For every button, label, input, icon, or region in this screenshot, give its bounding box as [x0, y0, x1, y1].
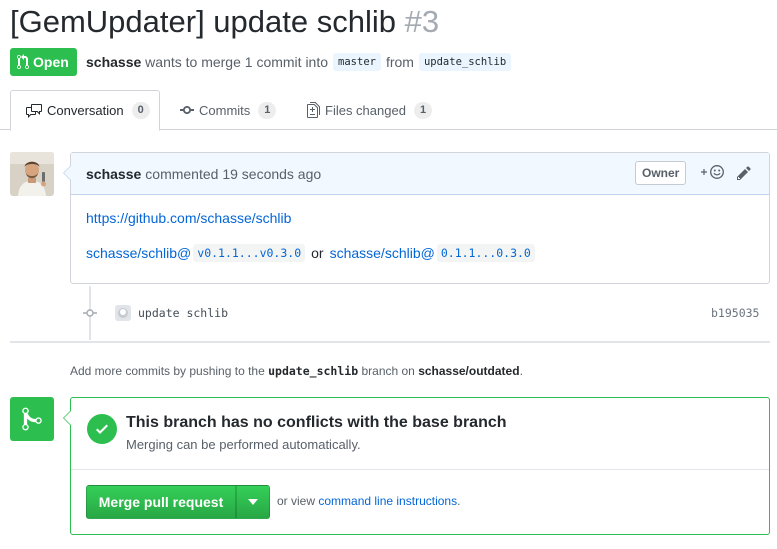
comment-author[interactable]: schasse: [86, 166, 141, 182]
hint-suffix: .: [519, 364, 523, 378]
triangle-down-icon: [248, 499, 258, 505]
merge-text: wants to merge 1 commit into: [145, 54, 329, 70]
command-line-hint: or view command line instructions.: [277, 494, 460, 508]
merge-method-dropdown[interactable]: [236, 485, 270, 519]
pull-request-icon: [17, 54, 29, 70]
git-merge-icon: [22, 407, 42, 431]
or-text: or: [311, 245, 324, 261]
tab-counter: 1: [258, 101, 277, 119]
comment-timestamp[interactable]: commented 19 seconds ago: [145, 166, 321, 182]
timeline-divider: [10, 341, 770, 343]
avatar-image: [10, 152, 54, 196]
head-branch[interactable]: update_schlib: [418, 53, 512, 71]
merge-status-icon: [10, 397, 54, 441]
compare-ref-link[interactable]: schasse/schlib@: [86, 245, 191, 261]
github-octocat-icon: [118, 308, 128, 318]
tab-counter: 0: [131, 102, 150, 119]
comment-discussion-icon: [26, 103, 42, 118]
merge-actions: Merge pull request or view command line …: [71, 470, 769, 534]
edit-comment-button[interactable]: [737, 165, 751, 184]
tab-conversation[interactable]: Conversation 0: [10, 90, 160, 131]
author-link[interactable]: schasse: [86, 54, 141, 70]
tab-files-changed[interactable]: Files changed 1: [307, 90, 433, 130]
file-diff-icon: [307, 102, 320, 118]
check-circle-icon: [87, 414, 117, 444]
hint-branch: update_schlib: [268, 364, 359, 378]
tab-label: Conversation: [47, 103, 124, 118]
pr-title-text: [GemUpdater] update schlib: [10, 4, 396, 39]
add-reaction-button[interactable]: [699, 164, 725, 180]
status-label: Open: [33, 54, 69, 70]
tab-commits[interactable]: Commits 1: [180, 90, 277, 130]
push-hint: Add more commits by pushing to the updat…: [70, 364, 523, 378]
merge-pull-request-button[interactable]: Merge pull request: [86, 485, 236, 519]
base-branch[interactable]: master: [333, 53, 381, 71]
comment-body: https://github.com/schasse/schlib schass…: [71, 195, 769, 262]
compare-ref-link-alt[interactable]: schasse/schlib@: [330, 245, 435, 261]
git-commit-icon: [180, 106, 194, 114]
pr-number: #3: [404, 4, 440, 39]
pencil-icon: [737, 166, 751, 180]
alt-prefix: or view: [277, 494, 316, 508]
comment-box: schasse commented 19 seconds ago Owner h…: [63, 152, 770, 284]
pr-tabs: Conversation 0 Commits 1 Files changed 1: [0, 90, 777, 131]
git-commit-icon: [83, 309, 97, 317]
merge-status-title: This branch has no conflicts with the ba…: [126, 414, 507, 431]
status-badge: Open: [10, 48, 77, 76]
compare-line: schasse/schlib@ v0.1.1...v0.3.0 or schas…: [86, 244, 754, 262]
pr-meta: schasse wants to merge 1 commit into mas…: [86, 53, 516, 71]
merge-box: This branch has no conflicts with the ba…: [63, 397, 770, 535]
compare-code[interactable]: v0.1.1...v0.3.0: [193, 244, 306, 262]
repo-link[interactable]: https://github.com/schasse/schlib: [86, 210, 291, 226]
avatar[interactable]: [10, 152, 54, 196]
tab-label: Files changed: [325, 102, 406, 118]
hint-prefix: Add more commits by pushing to the: [70, 364, 265, 378]
command-line-instructions-link[interactable]: command line instructions: [318, 494, 457, 508]
from-text: from: [385, 54, 414, 70]
tab-label: Commits: [199, 102, 251, 118]
tab-counter: 1: [413, 101, 433, 119]
merge-status-subtitle: Merging can be performed automatically.: [126, 437, 361, 452]
compare-code-alt[interactable]: 0.1.1...0.3.0: [436, 244, 535, 262]
alt-suffix: .: [457, 494, 461, 508]
commit-author-avatar[interactable]: [115, 305, 131, 321]
hint-repo: schasse/outdated: [418, 364, 520, 378]
smiley-plus-icon: [701, 165, 724, 179]
commit-message[interactable]: update schlib: [138, 306, 228, 320]
merge-status: This branch has no conflicts with the ba…: [71, 398, 769, 470]
pr-title: [GemUpdater] update schlib #3: [10, 2, 439, 42]
owner-badge: Owner: [635, 161, 687, 185]
commit-sha[interactable]: b195035: [711, 306, 759, 320]
comment-header: schasse commented 19 seconds ago Owner: [71, 153, 769, 195]
hint-middle: branch on: [361, 364, 415, 378]
